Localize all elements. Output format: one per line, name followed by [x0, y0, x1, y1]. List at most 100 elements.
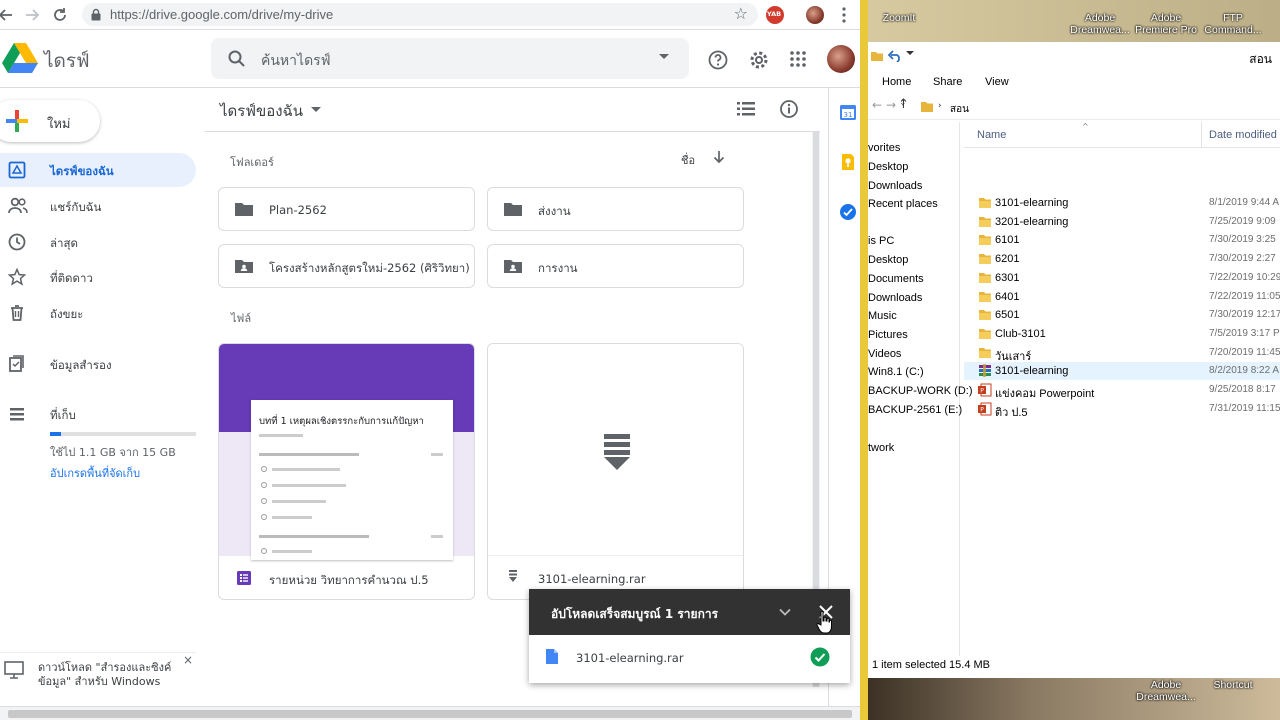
folder-card[interactable]: โครงสร้างหลักสูตรใหม่-2562 (ศิริวิทยา): [218, 244, 475, 288]
folder-card[interactable]: ส่งงาน: [487, 187, 744, 231]
page-title[interactable]: ไดรฟ์ของฉัน: [220, 99, 303, 123]
nav-pane-item[interactable]: Desktop: [868, 161, 908, 173]
folder-card[interactable]: Plan-2562: [218, 187, 475, 231]
address-bar[interactable]: https://drive.google.com/drive/my-drive …: [82, 3, 758, 26]
sort-by-name-button[interactable]: ชื่อ: [681, 151, 695, 169]
column-header-name[interactable]: Name: [977, 129, 1006, 141]
sidebar-item-backups[interactable]: ข้อมูลสำรอง: [0, 347, 196, 381]
forward-arrow-icon[interactable]: →: [886, 98, 896, 112]
file-list-row[interactable]: วันเสาร์ 7/20/2019 11:45: [964, 344, 1280, 363]
uploaded-file-name[interactable]: 3101-elearning.rar: [576, 651, 684, 665]
sidebar-item-my-drive[interactable]: ไดรฟ์ของฉัน: [0, 153, 196, 187]
file-list-row[interactable]: Club-3101 7/5/2019 3:17 P: [964, 325, 1280, 343]
back-button[interactable]: [0, 5, 16, 25]
nav-pane-item[interactable]: Videos: [868, 348, 901, 360]
browser-menu-button[interactable]: [834, 5, 854, 25]
desktop-icon-dreamweaver[interactable]: Adobe Dreamwea...: [1068, 12, 1132, 36]
folder-card[interactable]: การงาน: [487, 244, 744, 288]
file-list-row[interactable]: 6501 7/30/2019 12:17: [964, 306, 1280, 324]
settings-gear-icon[interactable]: [748, 49, 770, 71]
nav-pane-item[interactable]: BACKUP-WORK (D:): [868, 385, 973, 397]
ribbon-tab-view[interactable]: View: [985, 76, 1009, 88]
nav-pane-item[interactable]: Downloads: [868, 180, 922, 192]
file-name: 6201: [995, 253, 1020, 266]
nav-pane-item[interactable]: Music: [868, 310, 897, 322]
calendar-icon[interactable]: 31: [839, 103, 857, 121]
file-card[interactable]: บทที่ 1 เหตุผลเชิงตรรกะกับการแก้ปัญหา รา…: [218, 343, 475, 600]
sidebar-item-trash[interactable]: ถังขยะ: [0, 296, 196, 330]
extension-yab-icon[interactable]: YAB: [766, 6, 784, 24]
sidebar-item-storage[interactable]: ที่เก็บ: [0, 397, 196, 431]
svg-text:P: P: [980, 388, 984, 395]
title-dropdown-icon[interactable]: [311, 107, 321, 112]
list-view-icon[interactable]: [737, 101, 755, 117]
search-bar[interactable]: ค้นหาไดรฟ์: [211, 38, 689, 79]
ribbon-tab-home[interactable]: Home: [882, 76, 911, 88]
explorer-column-headers: ^ Name Date modified: [964, 122, 1280, 148]
bookmark-star-icon[interactable]: ☆: [734, 4, 748, 23]
star-icon: [8, 268, 26, 286]
new-button[interactable]: ใหม่: [0, 100, 100, 142]
forward-button[interactable]: [22, 5, 42, 25]
powerpoint-file-icon: P: [978, 383, 992, 397]
nav-pane-item[interactable]: Documents: [868, 273, 924, 285]
upgrade-storage-link[interactable]: อัปเกรดพื้นที่จัดเก็บ: [50, 464, 140, 482]
column-header-date[interactable]: Date modified: [1209, 129, 1277, 141]
file-list-row[interactable]: 6301 7/22/2019 10:29: [964, 269, 1280, 287]
nav-pane-item[interactable]: twork: [868, 442, 894, 454]
nav-pane-item[interactable]: BACKUP-2561 (E:): [868, 404, 962, 416]
sort-direction-arrow-icon[interactable]: [712, 150, 726, 164]
quick-access-folder-icon[interactable]: [870, 49, 884, 63]
nav-pane-item[interactable]: Win8.1 (C:): [868, 366, 924, 378]
customize-toolbar-icon[interactable]: [906, 51, 914, 55]
storage-usage-bar: [50, 432, 196, 436]
desktop-icon-zoomit[interactable]: ZoomIt: [868, 12, 930, 24]
file-list-row[interactable]: 3201-elearning 7/25/2019 9:09: [964, 213, 1280, 231]
desktop-icon-shortcut[interactable]: Shortcut: [1200, 679, 1266, 691]
close-promo-icon[interactable]: ×: [183, 653, 193, 667]
download-backup-sync-promo[interactable]: ดาวน์โหลด "สำรองและซิงค์ข้อมูล" สำหรับ W…: [0, 652, 196, 696]
account-avatar[interactable]: [827, 45, 855, 73]
nav-pane-item[interactable]: Recent places: [868, 198, 938, 210]
help-icon[interactable]: [707, 49, 729, 71]
desktop-icon-ftp[interactable]: FTP Command...: [1200, 12, 1266, 36]
computer-icon: [4, 661, 24, 679]
storage-usage-fill: [50, 432, 61, 436]
search-icon[interactable]: [227, 49, 247, 69]
file-list-row[interactable]: 6401 7/22/2019 11:05: [964, 288, 1280, 306]
search-options-icon[interactable]: [659, 54, 669, 59]
nav-pane-item[interactable]: is PC: [868, 235, 894, 247]
explorer-address-bar[interactable]: ← → ⌄ ↑ › สอน: [868, 94, 1280, 120]
file-list-row[interactable]: 3101-elearning 8/1/2019 9:44 A: [964, 194, 1280, 212]
nav-pane-item[interactable]: Desktop: [868, 254, 908, 266]
info-icon[interactable]: [779, 99, 799, 119]
up-arrow-icon[interactable]: ↑: [898, 97, 909, 112]
nav-pane-item[interactable]: vorites: [868, 142, 900, 154]
apps-grid-icon[interactable]: [788, 49, 808, 69]
nav-pane-item[interactable]: Pictures: [868, 329, 908, 341]
file-list-row[interactable]: P แข่งคอม Powerpoint 9/25/2018 8:17: [964, 381, 1280, 400]
sidebar-item-recent[interactable]: ล่าสุด: [0, 225, 196, 259]
desktop-icon-premiere[interactable]: Adobe Premiere Pro: [1134, 12, 1198, 36]
file-list-row[interactable]: 6101 7/30/2019 3:25: [964, 231, 1280, 249]
file-list-row[interactable]: 3101-elearning 8/2/2019 8:22 A: [964, 362, 1280, 381]
sidebar-item-starred[interactable]: ที่ติดดาว: [0, 260, 196, 294]
drive-logo-icon[interactable]: [2, 43, 38, 73]
keep-icon[interactable]: [839, 153, 857, 171]
horizontal-scrollbar[interactable]: [0, 706, 860, 720]
file-name: 6401: [995, 290, 1020, 303]
profile-avatar-icon[interactable]: [806, 6, 824, 24]
file-card[interactable]: 3101-elearning.rar: [487, 343, 744, 600]
file-list-row[interactable]: 6201 7/30/2019 2:27: [964, 250, 1280, 268]
desktop-icon-dreamweaver-2[interactable]: Adobe Dreamwea...: [1134, 679, 1198, 703]
nav-pane-item[interactable]: Downloads: [868, 292, 922, 304]
undo-icon[interactable]: [888, 50, 902, 62]
horizontal-scrollbar-thumb[interactable]: [8, 710, 852, 718]
chevron-down-icon[interactable]: [778, 605, 792, 619]
back-arrow-icon[interactable]: ←: [872, 98, 882, 112]
tasks-icon[interactable]: [839, 203, 857, 221]
ribbon-tab-share[interactable]: Share: [933, 76, 962, 88]
sidebar-item-shared[interactable]: แชร์กับฉัน: [0, 189, 196, 223]
reload-button[interactable]: [50, 5, 70, 25]
file-list-row[interactable]: P ติว ป.5 7/31/2019 11:15: [964, 400, 1280, 419]
